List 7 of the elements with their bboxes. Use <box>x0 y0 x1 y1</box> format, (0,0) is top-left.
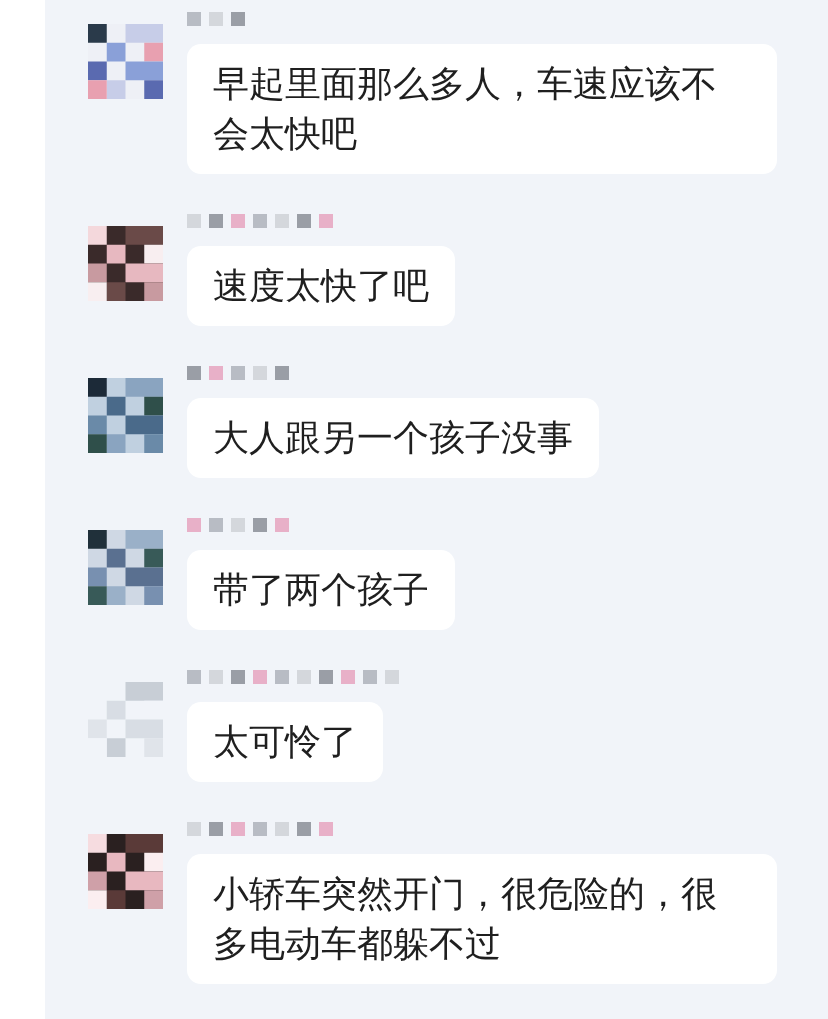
message-bubble: 大人跟另一个孩子没事 <box>187 398 599 478</box>
pixelated-name-drawing <box>187 12 245 26</box>
message-bubble: 早起里面那么多人，车速应该不会太快吧 <box>187 44 777 174</box>
message-bubble: 小轿车突然开门，很危险的，很多电动车都躲不过 <box>187 854 777 984</box>
message-bubble: 速度太快了吧 <box>187 246 455 326</box>
message-bubble: 带了两个孩子 <box>187 550 455 630</box>
message-bubble: 太可怜了 <box>187 702 383 782</box>
